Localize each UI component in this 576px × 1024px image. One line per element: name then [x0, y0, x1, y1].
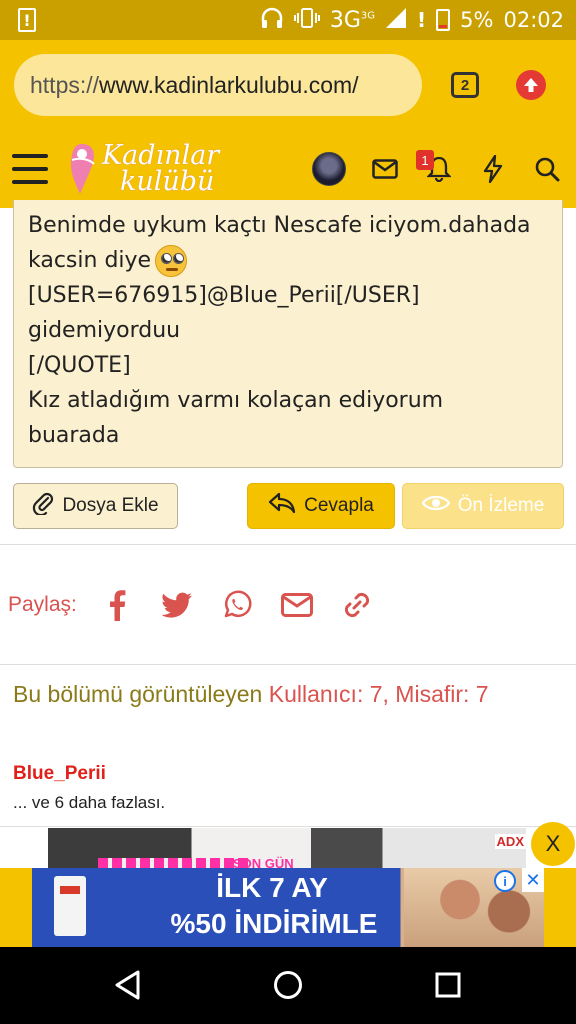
reply-arrow-icon — [268, 492, 296, 520]
top-ad-strip[interactable]: SON GÜN ADX — [48, 828, 526, 868]
status-bar: ! 3G3G ! 5% 02:02 — [0, 0, 576, 40]
url-host: www.kadinlarkulubu.com/ — [99, 71, 359, 98]
user-avatar[interactable] — [312, 152, 346, 186]
share-label: Paylaş: — [8, 593, 77, 616]
recents-icon[interactable] — [430, 967, 466, 1003]
editor-line: [/QUOTE] — [28, 353, 131, 378]
attach-file-label: Dosya Ekle — [62, 495, 159, 516]
divider — [0, 826, 576, 827]
editor-line: Kız atladığım varmı kolaçan ediyorum — [28, 388, 444, 413]
link-icon[interactable] — [339, 587, 375, 623]
logo-text: Kadınlar kulübü — [102, 140, 220, 197]
inbox-icon[interactable] — [370, 154, 400, 184]
twitter-icon[interactable] — [159, 587, 195, 623]
viewer-user-link[interactable]: Blue_Perii — [13, 763, 106, 785]
bottom-ad-banner[interactable]: İLK 7 AY %50 İNDİRİMLE — [32, 868, 544, 947]
network-type: 3G3G — [329, 7, 376, 33]
reply-button[interactable]: Cevapla — [247, 483, 395, 529]
viewers-prefix: Bu bölümü görüntüleyen — [13, 681, 263, 707]
whatsapp-icon[interactable] — [219, 587, 255, 623]
tab-switcher-button[interactable]: 2 — [451, 72, 479, 98]
editor-line: buarada — [28, 423, 120, 448]
attach-file-button[interactable]: Dosya Ekle — [13, 483, 178, 529]
alert-mark: ! — [417, 8, 427, 32]
menu-icon[interactable] — [12, 154, 48, 184]
viewers-more: ... ve 6 daha fazlası. — [13, 793, 166, 812]
search-icon[interactable] — [532, 154, 562, 184]
ad-product-image — [54, 876, 86, 936]
back-icon[interactable] — [110, 967, 146, 1003]
vibrate-icon — [293, 7, 320, 34]
ad-decoration — [98, 858, 248, 868]
viewers-heading: Bu bölümü görüntüleyen Kullanıcı: 7, Mis… — [13, 676, 563, 712]
editor-line: [USER=676915]@Blue_Perii[/USER] — [28, 283, 420, 308]
preview-label: Ön İzleme — [457, 495, 545, 516]
ad-close-button[interactable]: X — [531, 822, 575, 866]
divider — [0, 544, 576, 545]
facebook-icon[interactable] — [99, 587, 135, 623]
lightning-icon[interactable] — [478, 154, 508, 184]
email-icon[interactable] — [279, 587, 315, 623]
viewers-count: Kullanıcı: 7, Misafir: 7 — [268, 681, 489, 707]
address-bar[interactable]: https://www.kadinlarkulubu.com/ — [14, 54, 422, 116]
notification-badge: 1 — [416, 150, 434, 170]
ad-dismiss-icon[interactable]: ✕ — [522, 868, 544, 892]
ad-subheadline: %50 İNDİRİMLE — [170, 908, 378, 939]
update-arrow-icon[interactable] — [516, 70, 546, 100]
headset-icon — [260, 7, 284, 34]
system-nav-bar — [0, 947, 576, 1024]
eye-icon — [421, 494, 451, 518]
adx-label: ADX — [494, 834, 526, 849]
paperclip-icon — [32, 491, 54, 521]
share-row: Paylaş: — [8, 584, 399, 626]
editor-line: Benimde uykum kaçtı Nescafe iciyom.dahad… — [28, 213, 531, 238]
battery-icon — [436, 9, 451, 31]
sim-alert-icon: ! — [18, 8, 36, 32]
site-header: Kadınlar kulübü 1 — [0, 130, 576, 208]
browser-toolbar: https://www.kadinlarkulubu.com/ 2 — [0, 40, 576, 130]
reply-editor[interactable]: Benimde uykum kaçtı Nescafe iciyom.dahad… — [13, 200, 563, 468]
site-logo[interactable]: Kadınlar kulübü — [66, 138, 219, 200]
signal-icon — [385, 7, 407, 34]
url-scheme: https:// — [30, 71, 100, 98]
screen: ! 3G3G ! 5% 02:02 https://www.kadinlarku… — [0, 0, 576, 1024]
home-icon[interactable] — [270, 967, 306, 1003]
editor-line: kacsin diye — [28, 243, 548, 278]
editor-line: gidemiyorduu — [28, 318, 181, 343]
ad-info-icon[interactable]: i — [494, 870, 516, 892]
ad-text: SON GÜN — [233, 856, 294, 868]
divider — [0, 664, 576, 665]
ad-headline: İLK 7 AY — [216, 872, 328, 903]
reply-label: Cevapla — [304, 495, 374, 516]
preview-button[interactable]: Ön İzleme — [402, 483, 564, 529]
status-icons: 3G3G ! 5% 02:02 — [260, 0, 564, 40]
battery-percent: 5% — [460, 8, 494, 32]
clock: 02:02 — [503, 8, 564, 32]
eye-roll-emoji-icon — [155, 245, 188, 277]
logo-figure-icon — [66, 140, 100, 198]
